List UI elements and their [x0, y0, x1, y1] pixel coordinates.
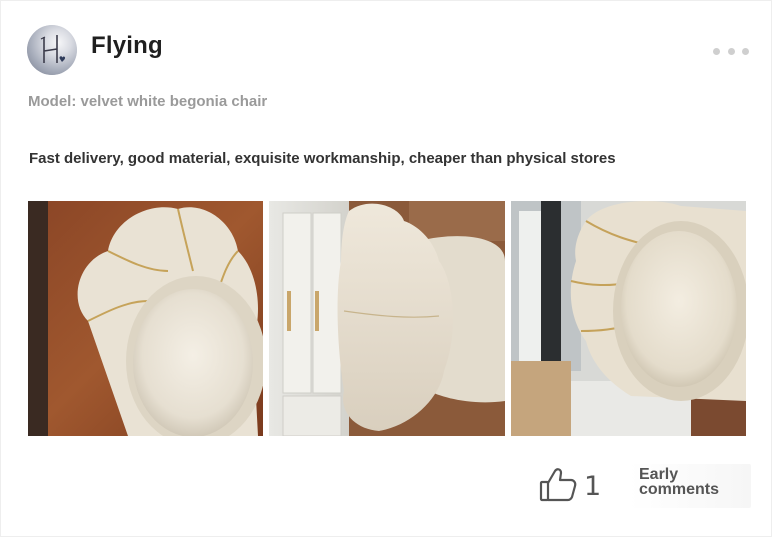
- product-model: Model: velvet white begonia chair: [28, 93, 268, 110]
- early-comments-label: Early comments: [639, 466, 720, 498]
- more-dot: [742, 47, 749, 55]
- more-horizontal-icon[interactable]: [713, 45, 749, 57]
- review-card: Flying Model: velvet white begonia chair…: [0, 0, 772, 537]
- chair-photo-2[interactable]: [269, 201, 505, 436]
- early-comments-button[interactable]: Early comments: [629, 464, 751, 508]
- avatar-art: [27, 25, 77, 75]
- author-name[interactable]: Flying: [91, 32, 163, 60]
- thumbs-up-icon[interactable]: [539, 467, 577, 503]
- more-dot: [713, 47, 720, 55]
- more-dot: [727, 47, 735, 55]
- review-text: Fast delivery, good material, exquisite …: [29, 150, 616, 167]
- chair-photo-3[interactable]: [511, 201, 746, 436]
- chair-photo-1[interactable]: [28, 201, 263, 436]
- like-count: 1: [584, 471, 602, 502]
- user-avatar[interactable]: [27, 25, 77, 75]
